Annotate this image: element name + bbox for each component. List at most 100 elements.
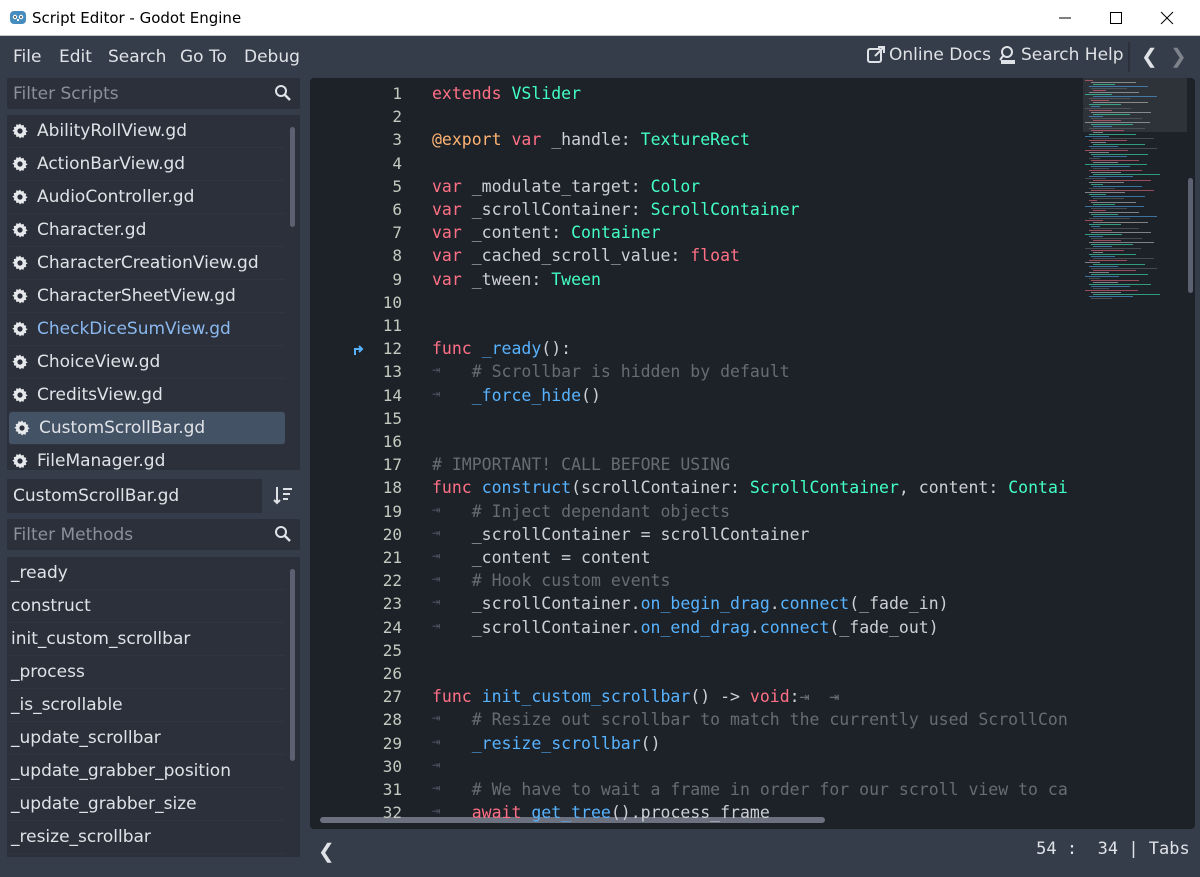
script-item-label: AbilityRollView.gd	[37, 121, 187, 141]
code-editor[interactable]: 1 extends VSlider 2 3 @export var _handle: T…	[310, 78, 1195, 829]
override-icon[interactable]	[352, 343, 366, 357]
code-line[interactable]: 11	[310, 316, 1083, 339]
method-list-item[interactable]: _process	[7, 656, 285, 689]
code-line[interactable]: 8 var _cached_scroll_value: float	[310, 246, 1083, 269]
code-line[interactable]: 25	[310, 641, 1083, 664]
code-line[interactable]: 16	[310, 432, 1083, 455]
toggle-panel-icon[interactable]: ❮	[318, 839, 335, 864]
code-line[interactable]: 2	[310, 107, 1083, 130]
code-line[interactable]: 23 ⇥ _scrollContainer.on_begin_drag.conne…	[310, 594, 1083, 617]
code-line[interactable]: 20 ⇥ _scrollContainer = scrollContainer	[310, 525, 1083, 548]
script-list-item[interactable]: FileManager.gd	[7, 445, 285, 470]
menu-edit[interactable]: Edit	[59, 47, 92, 67]
code-text: # Scrollbar is hidden by default	[471, 362, 790, 382]
status-indent[interactable]: Tabs	[1149, 839, 1190, 859]
code-line[interactable]: 9 var _tween: Tween	[310, 270, 1083, 293]
method-list-scrollbar[interactable]	[290, 569, 295, 761]
line-number: 12	[382, 339, 402, 359]
code-line[interactable]: 6 var _scrollContainer: ScrollContainer	[310, 200, 1083, 223]
code-line[interactable]: 28 ⇥ # Resize out scrollbar to match the …	[310, 710, 1083, 733]
code-line[interactable]: 3 @export var _handle: TextureRect	[310, 130, 1083, 153]
code-text: func _ready():	[432, 339, 572, 359]
search-help-button[interactable]: Search Help	[998, 45, 1124, 65]
script-list-item[interactable]: ActionBarView.gd	[7, 148, 285, 181]
method-list-item[interactable]: _update_grabber_size	[7, 788, 285, 821]
script-list-item[interactable]: CreditsView.gd	[7, 379, 285, 412]
history-forward-icon[interactable]: ❯	[1170, 44, 1187, 69]
code-line[interactable]: 1 extends VSlider	[310, 84, 1083, 107]
code-line[interactable]: 29 ⇥ _resize_scrollbar()	[310, 734, 1083, 757]
method-list-item[interactable]: init_custom_scrollbar	[7, 623, 285, 656]
method-list-item[interactable]: _ready	[7, 557, 285, 590]
menu-file[interactable]: File	[13, 47, 41, 67]
code-line[interactable]: 18 func construct(scrollContainer: Scroll…	[310, 478, 1083, 501]
toolbar-separator	[1128, 42, 1130, 72]
code-line[interactable]: 4	[310, 154, 1083, 177]
script-list-item[interactable]: CharacterCreationView.gd	[7, 247, 285, 280]
method-item-label: _update_grabber_position	[11, 761, 231, 781]
editor-vertical-scrollbar[interactable]	[1188, 178, 1193, 293]
close-button[interactable]	[1142, 0, 1192, 36]
tab-indicator: ⇥	[432, 756, 441, 773]
code-text: var _scrollContainer: ScrollContainer	[432, 200, 800, 219]
code-text: var _content: Container	[432, 223, 661, 243]
method-list-item[interactable]: _update_grabber_position	[7, 755, 285, 788]
menu-search[interactable]: Search	[108, 47, 166, 67]
line-number: 19	[382, 501, 402, 521]
script-list-item[interactable]: ChoiceView.gd	[7, 346, 285, 379]
method-list-item[interactable]: _is_scrollable	[7, 689, 285, 722]
method-list-item[interactable]: construct	[7, 590, 285, 623]
code-line[interactable]: 10	[310, 293, 1083, 316]
minimap[interactable]	[1085, 80, 1190, 300]
status-bar: ❮ 54 : 34 | Tabs	[310, 829, 1200, 877]
method-list-item[interactable]: _set_scrollbar_max_value	[7, 854, 285, 857]
online-docs-button[interactable]: Online Docs	[866, 45, 991, 65]
code-line[interactable]: 30 ⇥	[310, 757, 1083, 780]
method-list-item[interactable]: _resize_scrollbar	[7, 821, 285, 854]
line-number: 27	[382, 687, 402, 707]
script-list-item[interactable]: CharacterSheetView.gd	[7, 280, 285, 313]
script-item-label: AudioController.gd	[37, 187, 195, 207]
script-list-item[interactable]: AbilityRollView.gd	[7, 115, 285, 148]
code-line[interactable]: 17 # IMPORTANT! CALL BEFORE USING	[310, 455, 1083, 478]
script-list-item[interactable]: AudioController.gd	[7, 181, 285, 214]
line-number: 31	[382, 780, 402, 799]
code-line[interactable]: 24 ⇥ _scrollContainer.on_end_drag.connect…	[310, 618, 1083, 641]
line-number: 10	[382, 292, 402, 312]
code-line[interactable]: 7 var _content: Container	[310, 223, 1083, 246]
code-line[interactable]: 19 ⇥ # Inject dependant objects	[310, 502, 1083, 525]
script-list-item[interactable]: CustomScrollBar.gd	[9, 412, 285, 445]
method-item-label: _process	[11, 662, 85, 682]
code-line[interactable]: 13 ⇥ # Scrollbar is hidden by default	[310, 362, 1083, 385]
code-line[interactable]: 22 ⇥ # Hook custom events	[310, 571, 1083, 594]
sort-icon[interactable]	[272, 484, 294, 506]
code-line[interactable]: 15	[310, 409, 1083, 432]
code-line[interactable]: 27 func init_custom_scrollbar() -> void:⇥…	[310, 687, 1083, 710]
code-line[interactable]: 5 var _modulate_target: Color	[310, 177, 1083, 200]
code-line[interactable]: 12 func _ready():	[310, 339, 1083, 362]
line-number: 23	[382, 594, 402, 614]
code-line[interactable]: 21 ⇥ _content = content	[310, 548, 1083, 571]
menu-goto[interactable]: Go To	[180, 47, 227, 67]
gear-icon	[12, 453, 28, 469]
maximize-button[interactable]	[1091, 0, 1141, 36]
script-list-scrollbar[interactable]	[290, 127, 295, 227]
script-item-label: CustomScrollBar.gd	[39, 418, 206, 438]
filter-scripts-input[interactable]: Filter Scripts	[7, 78, 300, 109]
script-list-item[interactable]: CheckDiceSumView.gd	[7, 313, 285, 346]
method-item-label: _update_scrollbar	[11, 728, 161, 748]
method-item-label: _resize_scrollbar	[11, 827, 151, 847]
code-text: # Resize out scrollbar to match the curr…	[471, 710, 1068, 730]
filter-methods-input[interactable]: Filter Methods	[7, 519, 300, 550]
script-list-item[interactable]: Character.gd	[7, 214, 285, 247]
gear-icon	[12, 354, 28, 370]
code-line[interactable]: 14 ⇥ _force_hide()	[310, 386, 1083, 409]
code-line[interactable]: 31 ⇥ # We have to wait a frame in order f…	[310, 780, 1083, 803]
gear-icon	[14, 420, 30, 436]
code-line[interactable]: 26	[310, 664, 1083, 687]
history-back-icon[interactable]: ❮	[1141, 44, 1158, 69]
code-line[interactable]: 32 ⇥ await get_tree().process_frame	[310, 803, 1083, 826]
method-list-item[interactable]: _update_scrollbar	[7, 722, 285, 755]
menu-debug[interactable]: Debug	[244, 47, 300, 67]
minimize-button[interactable]	[1040, 0, 1090, 36]
